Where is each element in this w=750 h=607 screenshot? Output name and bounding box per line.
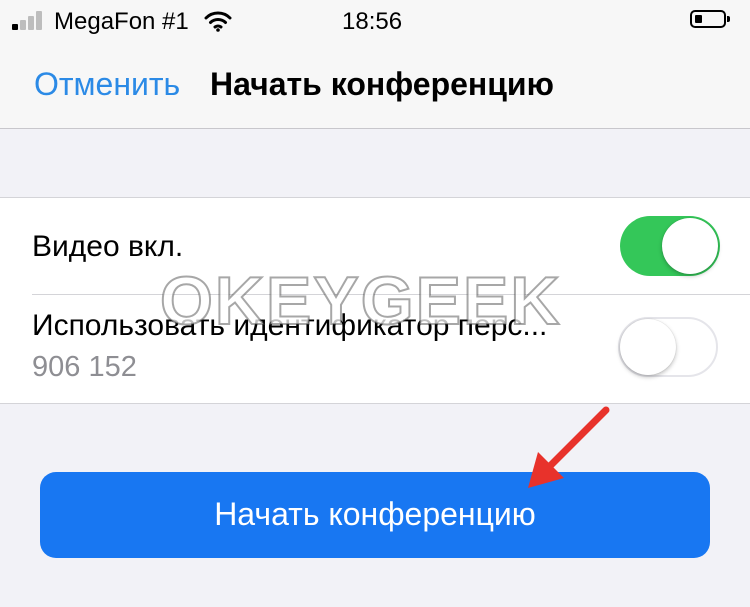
navigation-bar: Отменить Начать конференцию xyxy=(0,42,750,129)
wifi-icon xyxy=(204,11,232,32)
cancel-button[interactable]: Отменить xyxy=(34,66,180,103)
personal-id-value: 906 152 xyxy=(32,351,137,383)
signal-bars-icon xyxy=(12,10,46,30)
status-bar: MegaFon #1 18:56 xyxy=(0,0,750,42)
start-conference-label: Начать конференцию xyxy=(214,496,536,532)
red-arrow-annotation xyxy=(528,406,610,488)
personal-id-toggle[interactable] xyxy=(618,317,718,377)
clock: 18:56 xyxy=(342,8,403,35)
page-title: Начать конференцию xyxy=(210,66,554,102)
toggle-knob xyxy=(662,218,718,274)
toggle-knob xyxy=(620,319,676,375)
watermark: OKEYGEEK xyxy=(159,262,562,340)
video-toggle[interactable] xyxy=(620,216,720,276)
battery-icon xyxy=(690,10,730,28)
video-setting-label: Видео вкл. xyxy=(32,230,184,263)
carrier-name: MegaFon #1 xyxy=(54,8,189,35)
